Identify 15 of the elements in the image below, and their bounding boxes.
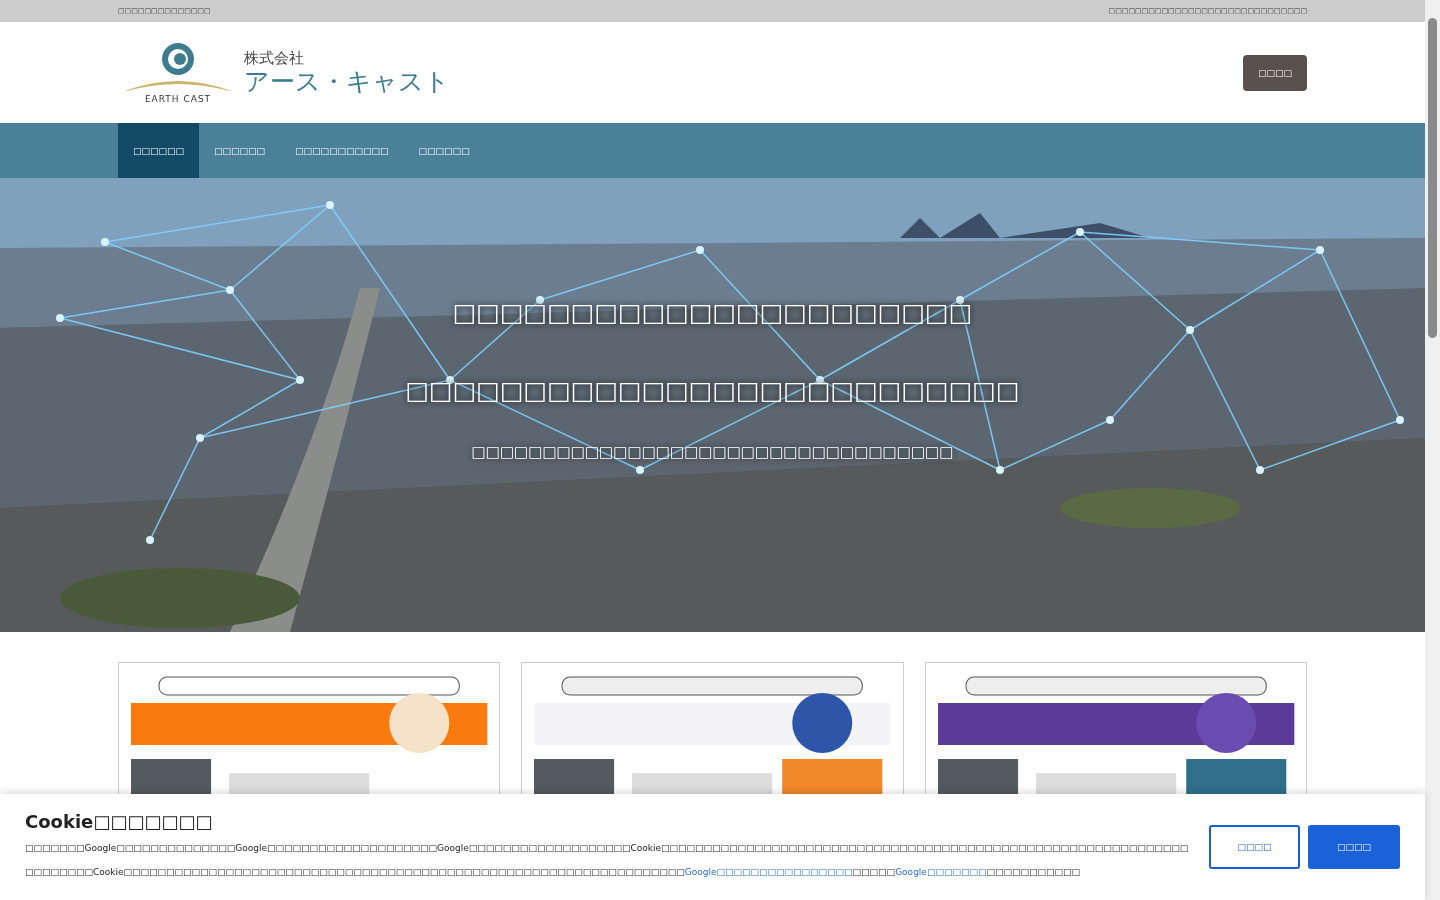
policy-link[interactable]: Google□□□□□□□ (895, 866, 987, 877)
nav-tab[interactable]: □□□□□□ (118, 123, 200, 178)
logo-subtitle: EARTH CAST (144, 94, 212, 104)
contact-button[interactable]: □□□□ (1243, 54, 1307, 91)
nav-tab[interactable]: □□□□□□□□□□□ (280, 123, 404, 178)
accept-button[interactable]: □□□□ (1308, 825, 1400, 869)
privacy-link[interactable]: Google□□□□□□□□□□□□□□□□ (684, 866, 853, 877)
company-name: アース・キャスト (244, 68, 450, 96)
cookie-title: Cookie□□□□□□□ (25, 810, 214, 832)
decline-button[interactable]: □□□□ (1209, 825, 1300, 869)
nav-tab[interactable]: □□□□□□ (199, 123, 281, 178)
company-type: 株式会社 (244, 49, 305, 69)
scrollbar[interactable] (1425, 0, 1440, 900)
nav-tab[interactable]: □□□□□□ (403, 123, 485, 178)
cookie-text: □□□□□□□Google□□□□□□□□□□□□□□Google□□□□□□□□□□□□□□□□□□□□Google□□□□□□□□□□□□□□□□□□□Cookie□□□□□□□□□□□□□□□□□□□□□□□□□□□□□□□□□□□□□□□□□□□□□□□□□□□□□□□□□□□□□□□□□□□□□□Cookie□□□□□□□□□□□□□□□□□□□□□□□□□□□□□□□□□□□□□□□□□□□□□□□□□□□□□□□□□□□□□□□□□□Google□□□□□□□□□□□□□□□□□□□□□Google□□□□□□□□□□□□□□□□□□ (25, 841, 1189, 879)
